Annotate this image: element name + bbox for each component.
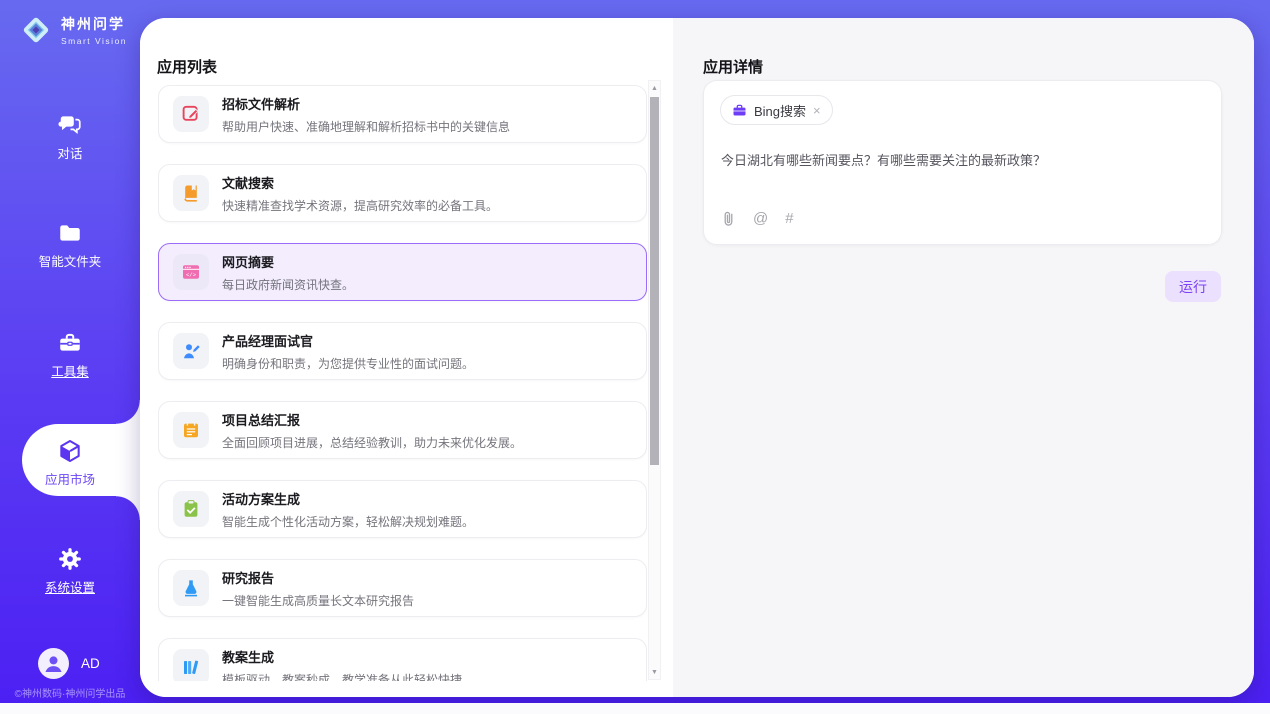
app-card-desc: 全面回顾项目进展，总结经验教训，助力未来优化发展。 — [222, 434, 522, 451]
brand-subtitle: Smart Vision — [61, 36, 127, 46]
sidebar-item-label: 智能文件夹 — [0, 251, 140, 270]
sidebar: 神州问学 Smart Vision 对话 智能文件夹 — [0, 0, 140, 703]
app-card-desc: 快速精准查找学术资源，提高研究效率的必备工具。 — [222, 197, 498, 214]
app-detail-panel: 应用详情 Bing搜索 × 今日湖北有哪些新闻要点？有哪些需要关注的最新政策？ — [673, 18, 1254, 697]
close-icon[interactable]: × — [813, 103, 821, 118]
app-card-list: 招标文件解析 帮助用户快速、准确地理解和解析招标书中的关键信息 文献搜索 — [158, 85, 647, 681]
bottom-strip — [0, 703, 1270, 714]
tool-tag-bing-search[interactable]: Bing搜索 × — [720, 95, 833, 125]
user-initials: AD — [81, 656, 100, 671]
app-card-desc: 每日政府新闻资讯快查。 — [222, 276, 354, 293]
avatar — [38, 648, 69, 679]
app-card-pm-interviewer[interactable]: 产品经理面试官 明确身份和职责，为您提供专业性的面试问题。 — [158, 322, 647, 380]
list-scrollbar[interactable]: ▲ ▼ — [648, 80, 661, 680]
app-card-desc: 帮助用户快速、准确地理解和解析招标书中的关键信息 — [222, 118, 510, 135]
research-flask-icon — [173, 570, 209, 606]
svg-text:</>: </> — [186, 271, 197, 278]
scrollbar-down-icon[interactable]: ▼ — [649, 666, 660, 678]
briefcase-icon — [732, 103, 747, 118]
app-list-panel: 应用列表 招标文件解析 帮助用户快速、准确地理解和解析招标书中的关键信息 — [140, 18, 673, 697]
main-content: 应用列表 招标文件解析 帮助用户快速、准确地理解和解析招标书中的关键信息 — [140, 18, 1254, 697]
brand-title: 神州问学 — [61, 14, 127, 34]
user-icon — [38, 648, 69, 679]
sidebar-item-app-market[interactable]: 应用市场 — [0, 438, 140, 488]
app-card-title: 招标文件解析 — [222, 94, 510, 113]
app-card-event-plan[interactable]: 活动方案生成 智能生成个性化活动方案，轻松解决规划难题。 — [158, 480, 647, 538]
clipboard-check-icon — [173, 491, 209, 527]
tool-tag-label: Bing搜索 — [754, 101, 806, 120]
scrollbar-up-icon[interactable]: ▲ — [649, 82, 660, 94]
app-card-bid-document-analysis[interactable]: 招标文件解析 帮助用户快速、准确地理解和解析招标书中的关键信息 — [158, 85, 647, 143]
gear-icon — [0, 546, 140, 572]
sidebar-item-settings[interactable]: 系统设置 — [0, 546, 140, 596]
document-edit-icon — [173, 96, 209, 132]
folder-icon — [0, 220, 140, 246]
chat-icon — [0, 112, 140, 138]
interviewer-icon — [173, 333, 209, 369]
sidebar-item-label: 系统设置 — [0, 577, 140, 596]
app-card-title: 教案生成 — [222, 647, 462, 666]
app-card-title: 活动方案生成 — [222, 489, 474, 508]
diamond-logo-icon — [18, 12, 54, 48]
cube-icon — [0, 438, 140, 464]
scrollbar-thumb[interactable] — [650, 97, 659, 465]
brand-logo: 神州问学 Smart Vision — [18, 12, 127, 48]
app-card-title: 文献搜索 — [222, 173, 498, 192]
app-card-literature-search[interactable]: 文献搜索 快速精准查找学术资源，提高研究效率的必备工具。 — [158, 164, 647, 222]
app-list-title: 应用列表 — [157, 56, 217, 77]
sidebar-item-label: 对话 — [0, 143, 140, 162]
app-card-title: 产品经理面试官 — [222, 331, 474, 350]
mention-icon[interactable]: @ — [753, 211, 768, 226]
app-card-title: 网页摘要 — [222, 252, 354, 271]
browser-code-icon: </> — [173, 254, 209, 290]
sidebar-item-smart-folder[interactable]: 智能文件夹 — [0, 220, 140, 270]
report-note-icon — [173, 412, 209, 448]
sidebar-item-label: 应用市场 — [0, 469, 140, 488]
sidebar-item-chat[interactable]: 对话 — [0, 112, 140, 162]
app-card-web-summary[interactable]: </> 网页摘要 每日政府新闻资讯快查。 — [158, 243, 647, 301]
hash-icon[interactable]: # — [785, 211, 793, 226]
sidebar-footer: ©神州数码·神州问学出品 — [0, 685, 140, 700]
app-card-desc: 智能生成个性化活动方案，轻松解决规划难题。 — [222, 513, 474, 530]
app-card-research-report[interactable]: 研究报告 一键智能生成高质量长文本研究报告 — [158, 559, 647, 617]
input-toolbar: @ # — [721, 210, 794, 227]
run-button[interactable]: 运行 — [1165, 271, 1221, 302]
query-text[interactable]: 今日湖北有哪些新闻要点？有哪些需要关注的最新政策？ — [721, 151, 1201, 171]
app-card-lesson-plan[interactable]: 教案生成 模板驱动，教案秒成，教学准备从此轻松快捷 — [158, 638, 647, 681]
app-window: 神州问学 Smart Vision 对话 智能文件夹 — [0, 0, 1270, 703]
user-account[interactable]: AD — [38, 648, 100, 679]
app-card-desc: 模板驱动，教案秒成，教学准备从此轻松快捷 — [222, 671, 462, 682]
app-card-title: 项目总结汇报 — [222, 410, 522, 429]
app-card-title: 研究报告 — [222, 568, 414, 587]
book-icon — [173, 175, 209, 211]
books-icon — [173, 649, 209, 681]
paperclip-icon[interactable] — [721, 210, 736, 227]
app-card-project-summary[interactable]: 项目总结汇报 全面回顾项目进展，总结经验教训，助力未来优化发展。 — [158, 401, 647, 459]
sidebar-item-toolset[interactable]: 工具集 — [0, 330, 140, 380]
app-card-desc: 明确身份和职责，为您提供专业性的面试问题。 — [222, 355, 474, 372]
app-card-desc: 一键智能生成高质量长文本研究报告 — [222, 592, 414, 609]
sidebar-item-label: 工具集 — [0, 361, 140, 380]
toolbox-icon — [0, 330, 140, 356]
query-input-card[interactable]: Bing搜索 × 今日湖北有哪些新闻要点？有哪些需要关注的最新政策？ @ # — [703, 80, 1222, 245]
app-detail-title: 应用详情 — [703, 56, 763, 77]
